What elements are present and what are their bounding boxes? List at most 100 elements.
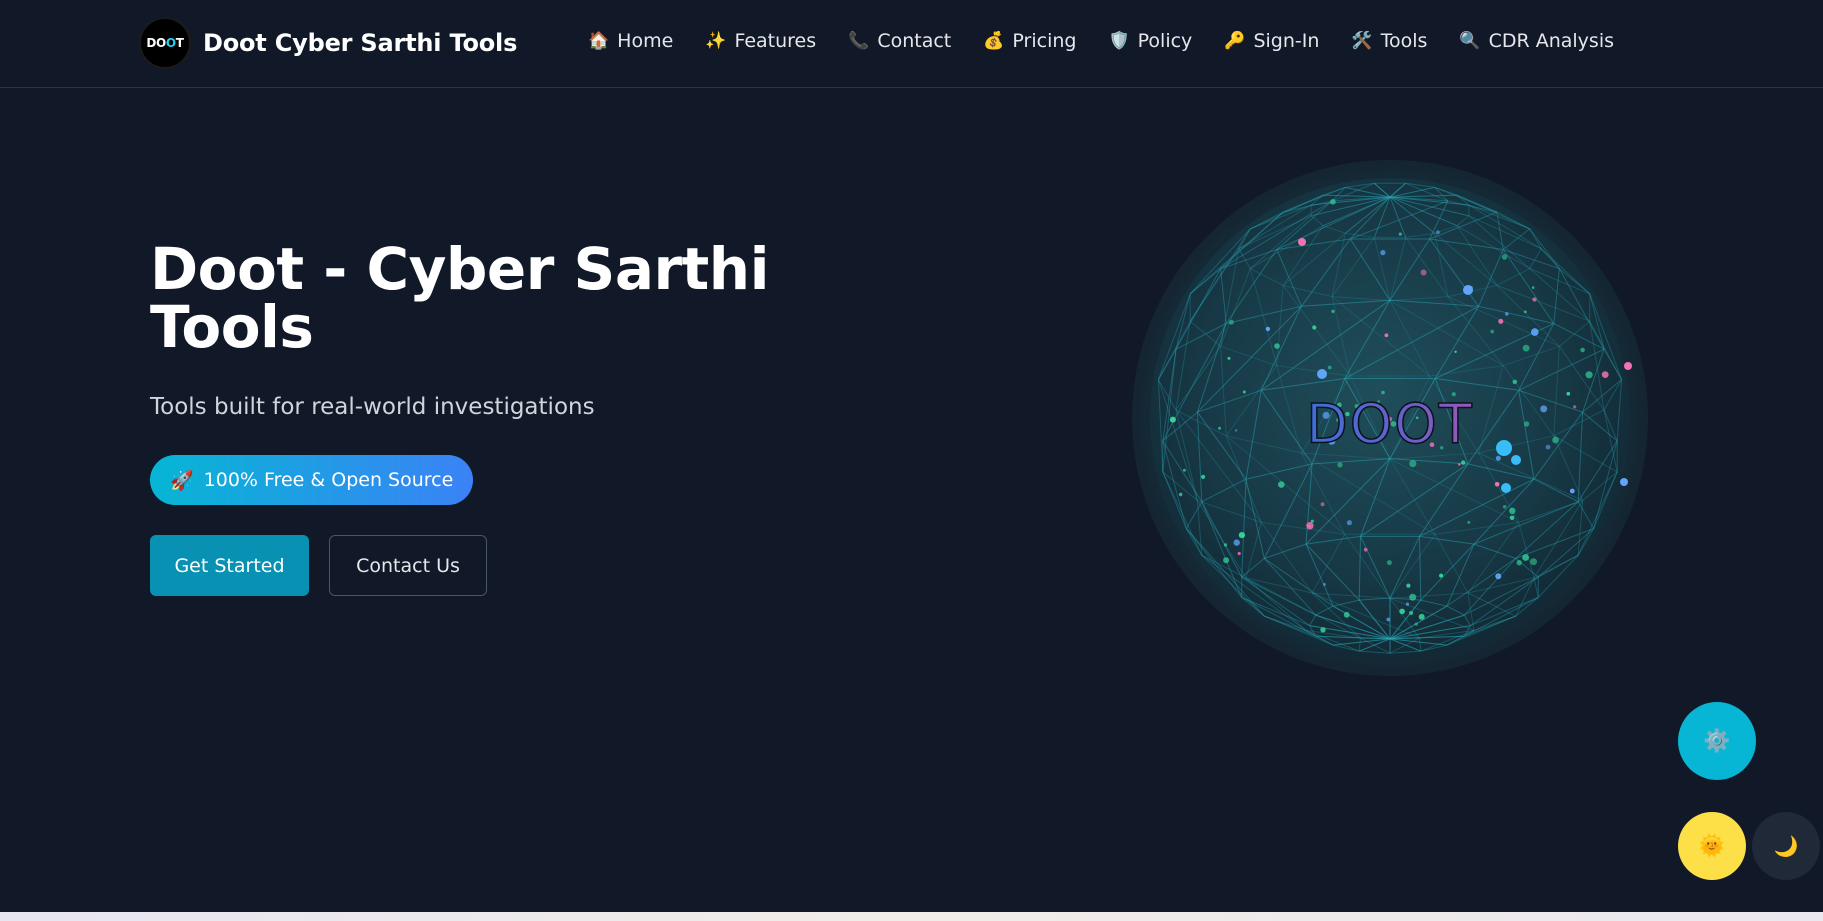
globe-particle xyxy=(1436,230,1440,235)
globe-particle xyxy=(1337,462,1343,468)
nav-item-policy[interactable]: 🛡️ Policy xyxy=(1108,30,1192,52)
nav-item-label: Policy xyxy=(1137,30,1193,52)
nav-item-sign-in[interactable]: 🔑 Sign-In xyxy=(1224,30,1319,52)
nav-item-label: CDR Analysis xyxy=(1488,30,1614,52)
hero-subtitle: Tools built for real-world investigation… xyxy=(150,394,595,420)
globe-visual[interactable]: DOOT xyxy=(1132,160,1648,676)
globe-particle xyxy=(1312,325,1317,330)
globe-particle xyxy=(1320,627,1326,633)
globe-particle xyxy=(1265,326,1271,332)
doot-logo[interactable]: DO O T xyxy=(139,17,191,69)
globe-particle xyxy=(1405,602,1410,606)
globe-particle-highlight xyxy=(1501,483,1511,493)
globe-particle xyxy=(1420,269,1427,276)
globe-particle xyxy=(1531,328,1539,336)
globe-particle xyxy=(1363,547,1368,552)
globe-particle xyxy=(1498,318,1504,324)
globe-particle xyxy=(1227,356,1231,360)
globe-particle-highlight xyxy=(1317,369,1327,379)
globe-particle xyxy=(1418,613,1425,620)
globe-particle xyxy=(1522,344,1530,352)
globe-particle xyxy=(1566,391,1571,396)
nav-item-label: Home xyxy=(617,30,674,52)
get-started-button[interactable]: Get Started xyxy=(150,535,309,596)
moon-icon: 🌙 xyxy=(1773,834,1799,858)
nav-item-home[interactable]: 🏠 Home xyxy=(588,30,673,52)
globe-particle xyxy=(1406,583,1411,588)
globe-particle xyxy=(1386,560,1392,566)
logo-text-accent: O xyxy=(165,36,176,50)
nav-item-contact[interactable]: 📞 Contact xyxy=(848,30,951,52)
globe-particle xyxy=(1331,309,1335,313)
home-icon: 🏠 xyxy=(588,31,610,51)
globe-particle xyxy=(1531,286,1535,289)
globe-particle xyxy=(1182,468,1186,472)
globe-particle xyxy=(1540,405,1548,413)
globe-particle xyxy=(1458,463,1461,466)
logo-text-part: DO xyxy=(146,36,166,50)
globe-particle-highlight xyxy=(1620,478,1628,486)
globe-particle xyxy=(1169,416,1176,423)
nav-item-label: Tools xyxy=(1380,30,1428,52)
globe-particle-highlight xyxy=(1496,440,1512,456)
globe-particle xyxy=(1238,532,1245,539)
globe-particle xyxy=(1409,460,1417,468)
tools-icon: 🛠️ xyxy=(1351,31,1373,51)
globe-particle xyxy=(1409,611,1414,615)
globe-particle-highlight xyxy=(1463,285,1473,295)
nav-item-features[interactable]: ✨ Features xyxy=(705,30,816,52)
globe-particle xyxy=(1278,481,1285,488)
globe-particle xyxy=(1516,560,1522,566)
shield-icon: 🛡️ xyxy=(1108,31,1130,51)
globe-particle xyxy=(1414,622,1418,626)
dark-theme-button[interactable]: 🌙 xyxy=(1752,812,1820,880)
globe-particle xyxy=(1585,371,1593,379)
globe-particle xyxy=(1490,329,1494,334)
next-section-edge xyxy=(0,912,1823,921)
nav-item-pricing[interactable]: 💰 Pricing xyxy=(983,30,1076,52)
nav-item-tools[interactable]: 🛠️ Tools xyxy=(1351,30,1427,52)
nav-item-cdr-analysis[interactable]: 🔍 CDR Analysis xyxy=(1459,30,1614,52)
rocket-icon: 🚀 xyxy=(170,469,194,492)
logo-text-part: T xyxy=(175,36,184,50)
globe-particle xyxy=(1530,558,1537,566)
globe-particle xyxy=(1495,455,1501,461)
globe-particle xyxy=(1502,505,1507,509)
globe-particle xyxy=(1346,520,1352,526)
globe-particle xyxy=(1573,405,1577,409)
globe-particle xyxy=(1494,482,1500,487)
nav-item-label: Pricing xyxy=(1012,30,1077,52)
nav-item-label: Features xyxy=(734,30,817,52)
globe-particle xyxy=(1509,507,1516,514)
globe-particle xyxy=(1242,390,1246,394)
light-theme-button[interactable]: 🌞 xyxy=(1678,812,1746,880)
sun-icon: 🌞 xyxy=(1698,833,1726,859)
globe-particle xyxy=(1237,551,1241,556)
globe-particle xyxy=(1343,611,1350,618)
globe-particle xyxy=(1509,515,1515,521)
globe-particle xyxy=(1501,254,1508,260)
nav-item-label: Sign-In xyxy=(1253,30,1320,52)
globe-particle xyxy=(1522,554,1529,561)
globe-particle xyxy=(1505,312,1509,316)
globe-particle-highlight xyxy=(1298,238,1306,246)
brand[interactable]: DO O T Doot Cyber Sarthi Tools xyxy=(139,17,517,69)
globe-particle xyxy=(1512,379,1518,385)
globe-particle xyxy=(1454,350,1457,353)
globe-particle-highlight xyxy=(1624,362,1632,370)
globe-svg: DOOT xyxy=(1132,160,1648,676)
nav-links: 🏠 Home ✨ Features 📞 Contact 💰 Pricing 🛡️… xyxy=(588,30,1614,52)
globe-particle xyxy=(1234,429,1238,432)
top-navbar: DO O T Doot Cyber Sarthi Tools 🏠 Home ✨ Fe… xyxy=(0,0,1823,88)
globe-particle xyxy=(1380,250,1386,256)
globe-particle xyxy=(1409,593,1417,601)
globe-particle xyxy=(1386,617,1391,622)
globe-particle xyxy=(1306,522,1314,530)
globe-particle xyxy=(1398,232,1402,236)
settings-fab-button[interactable]: ⚙️ xyxy=(1678,702,1756,780)
money-bag-icon: 💰 xyxy=(983,31,1005,51)
key-icon: 🔑 xyxy=(1224,31,1246,51)
globe-particle xyxy=(1545,444,1551,450)
contact-us-button[interactable]: Contact Us xyxy=(329,535,487,596)
brand-name[interactable]: Doot Cyber Sarthi Tools xyxy=(203,29,517,57)
